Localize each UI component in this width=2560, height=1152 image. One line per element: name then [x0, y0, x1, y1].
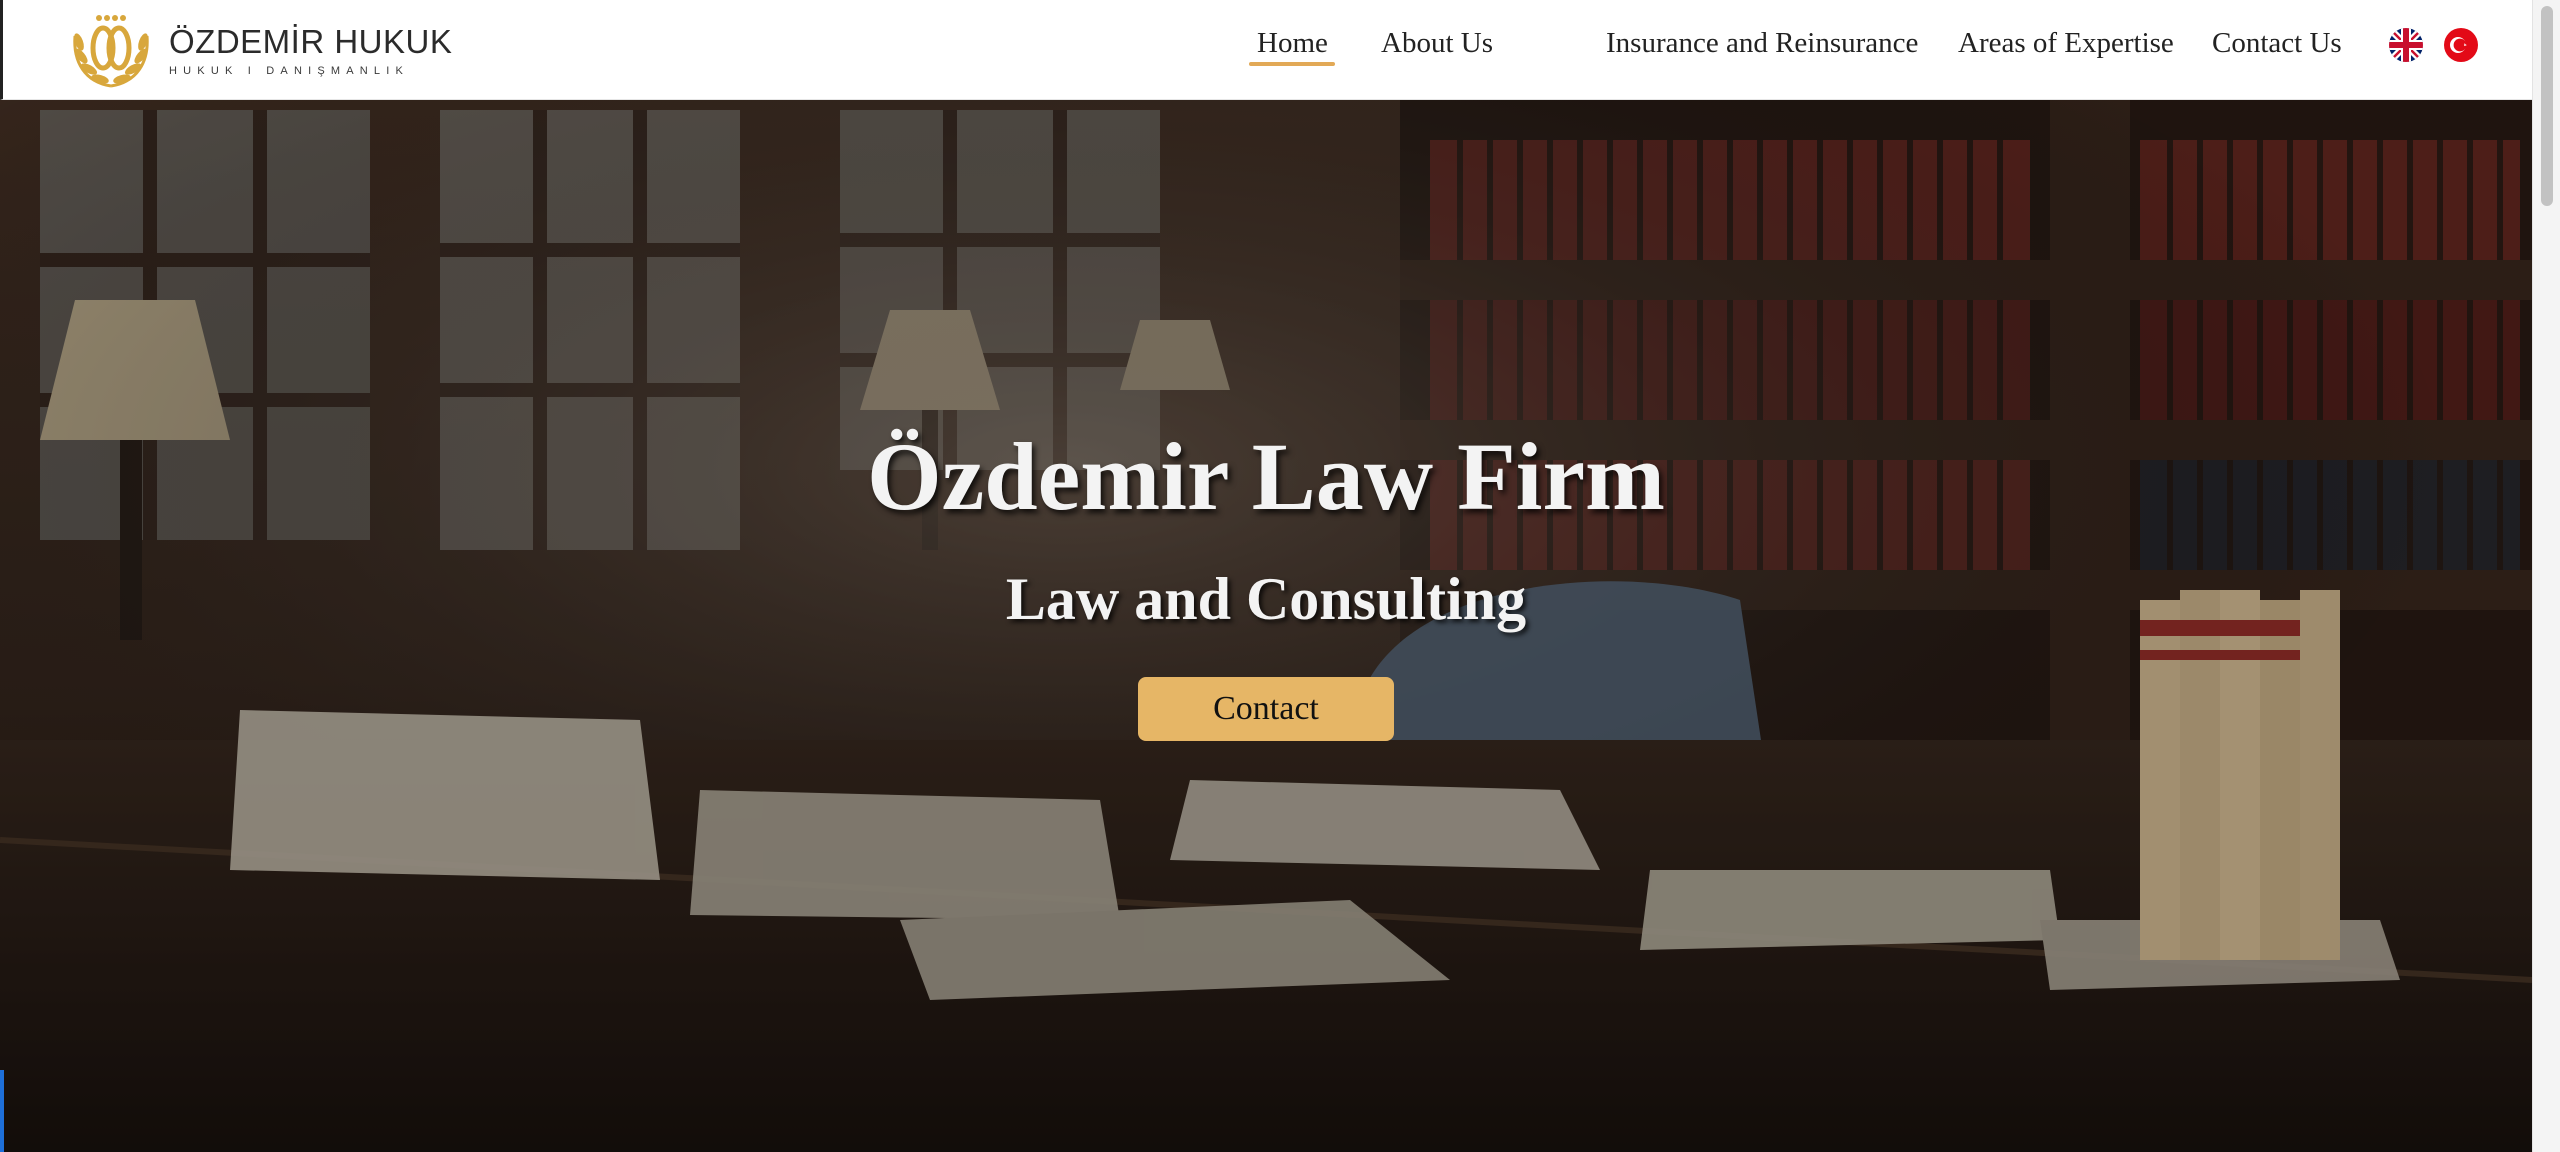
site-header: ÖZDEMİR HUKUK HUKUK I DANIŞMANLIK Home A…: [0, 0, 2532, 100]
page-edge-accent: [0, 1070, 4, 1152]
laurel-emblem-icon: [73, 15, 149, 88]
logo-tagline: HUKUK I DANIŞMANLIK: [169, 65, 410, 77]
uk-flag-icon[interactable]: [2389, 28, 2423, 62]
hero-subtitle: Law and Consulting: [1005, 566, 1527, 632]
nav-item-about-us[interactable]: About Us: [1381, 26, 1493, 60]
active-nav-indicator: [1249, 62, 1335, 66]
nav-item-home[interactable]: Home: [1257, 26, 1328, 60]
contact-button[interactable]: Contact: [1138, 677, 1394, 741]
main-nav: Home About Us Insurance and Reinsurance …: [1232, 0, 2532, 100]
vertical-scrollbar[interactable]: [2532, 0, 2560, 1152]
hero-title: Özdemir Law Firm: [866, 423, 1666, 530]
nav-item-areas-of-expertise[interactable]: Areas of Expertise: [1958, 26, 2174, 60]
site-logo[interactable]: ÖZDEMİR HUKUK HUKUK I DANIŞMANLIK: [65, 6, 485, 94]
nav-item-insurance-and-reinsurance[interactable]: Insurance and Reinsurance: [1606, 26, 1918, 60]
scrollbar-thumb[interactable]: [2541, 6, 2553, 206]
hero-section: Özdemir Law Firm Law and Consulting Cont…: [0, 100, 2532, 1152]
turkey-flag-icon[interactable]: [2444, 28, 2478, 62]
logo-title: ÖZDEMİR HUKUK: [169, 23, 453, 60]
nav-item-contact-us[interactable]: Contact Us: [2212, 26, 2342, 60]
